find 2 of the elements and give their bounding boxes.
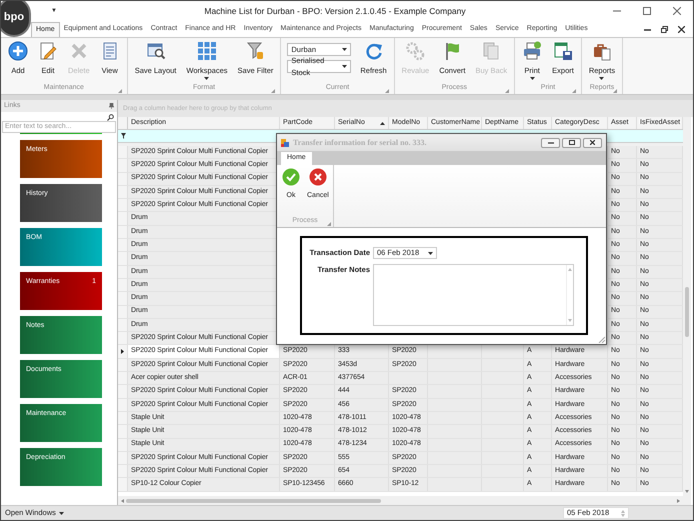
window-title: Machine List for Durban - BPO: Version 2.1.0.45 - Example Company (204, 4, 466, 18)
dialog-title: Transfer information for serial no. 333. (293, 136, 427, 148)
